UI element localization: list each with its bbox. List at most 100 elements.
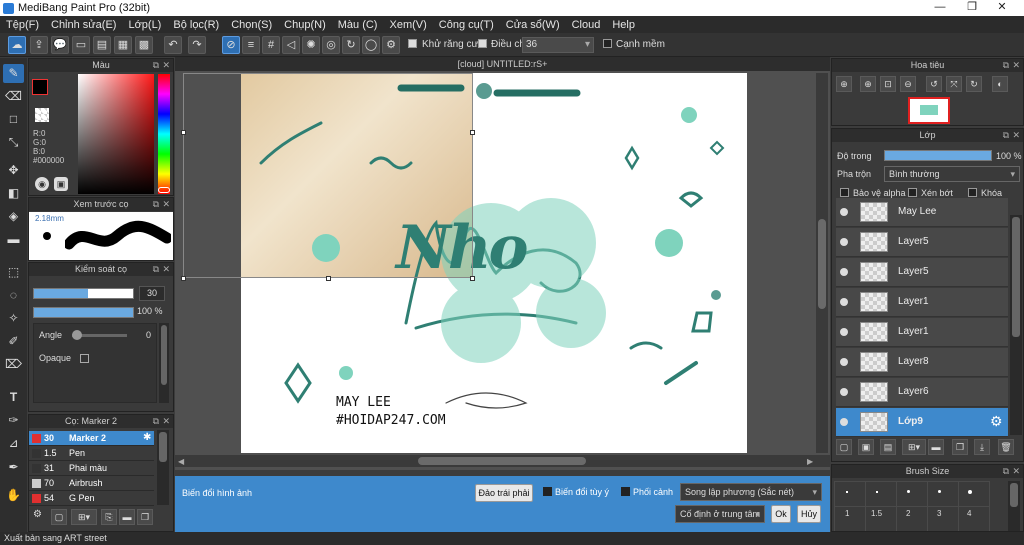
redo-icon[interactable]: ↷ xyxy=(188,36,206,54)
float-icon[interactable]: ⧉ xyxy=(1003,129,1009,142)
transform-bounding-box[interactable] xyxy=(183,73,473,278)
menu-edit[interactable]: Chỉnh sửa(E) xyxy=(51,19,116,31)
copy-brush-icon[interactable]: ⎘ xyxy=(101,509,117,525)
float-icon[interactable]: ⧉ xyxy=(153,263,159,276)
protect-alpha-option[interactable]: Bảo vệ alpha xyxy=(840,188,906,198)
move-tool-icon[interactable]: ✥ xyxy=(3,161,24,180)
maximize-icon[interactable]: ❐ xyxy=(958,0,986,16)
cancel-button[interactable]: Hủy xyxy=(797,505,821,523)
close-icon[interactable]: ✕ xyxy=(988,0,1016,16)
zoom-out-icon[interactable]: ⊖ xyxy=(900,76,916,92)
rotate-right-icon[interactable]: ↻ xyxy=(966,76,982,92)
select-pen-icon[interactable]: ✐ xyxy=(3,332,24,351)
size-slider[interactable] xyxy=(33,288,134,299)
foreground-color-swatch[interactable] xyxy=(32,79,48,95)
eraser-tool-icon[interactable]: ⌫ xyxy=(3,87,24,106)
layer-opacity-slider[interactable] xyxy=(884,150,992,161)
layer-folder-icon[interactable]: ▬ xyxy=(928,439,944,455)
snap-off-icon[interactable]: ⊘ xyxy=(222,36,240,54)
brush-folder-icon[interactable]: ▬ xyxy=(119,509,135,525)
bucket-tool-icon[interactable]: ◈ xyxy=(3,207,24,226)
brush-item[interactable]: 54 G Pen xyxy=(29,491,154,506)
layer-row[interactable]: Layer5 xyxy=(836,228,1008,257)
blend-mode-dropdown[interactable]: Bình thường xyxy=(884,166,1020,182)
snap-radial-icon[interactable]: ✺ xyxy=(302,36,320,54)
float-icon[interactable]: ⧉ xyxy=(1003,465,1009,478)
close-panel-icon[interactable]: ✕ xyxy=(162,415,170,428)
gear-icon[interactable]: ⚙ xyxy=(990,413,1003,430)
lasso-tool-icon[interactable]: ◌ xyxy=(3,286,24,305)
transform-handle[interactable] xyxy=(470,130,475,135)
adjust-select[interactable]: 36 xyxy=(522,37,594,53)
hue-slider[interactable] xyxy=(158,74,170,194)
free-transform-checkbox[interactable] xyxy=(543,487,552,496)
zoom-in-icon[interactable]: ⊕ xyxy=(836,76,852,92)
layer-row[interactable]: Layer6 xyxy=(836,378,1008,407)
brush-options-scrollbar[interactable] xyxy=(159,323,169,403)
close-panel-icon[interactable]: ✕ xyxy=(162,263,170,276)
perspective-option[interactable]: Phối cảnh xyxy=(621,487,673,497)
fill-tool-icon[interactable]: ◧ xyxy=(3,184,24,203)
snap-perspective-icon[interactable]: ◁ xyxy=(282,36,300,54)
duplicate-brush-icon[interactable]: ❐ xyxy=(137,509,153,525)
add-brush-icon[interactable]: ⊞▾ xyxy=(71,509,97,525)
menu-filter[interactable]: Bộ lọc(R) xyxy=(173,19,219,31)
layer-list-scrollbar[interactable] xyxy=(1010,215,1022,435)
transform-handle[interactable] xyxy=(181,130,186,135)
brush-size-scrollbar[interactable] xyxy=(1008,481,1020,531)
note-icon[interactable]: ▤ xyxy=(93,36,111,54)
visibility-icon[interactable] xyxy=(840,238,848,246)
snap-circle-icon[interactable]: ◎ xyxy=(322,36,340,54)
float-icon[interactable]: ⧉ xyxy=(153,59,159,72)
lock-option[interactable]: Khóa xyxy=(968,188,1002,198)
adjust-checkbox[interactable] xyxy=(478,39,487,50)
menu-select[interactable]: Chọn(S) xyxy=(231,19,272,31)
layer-row[interactable]: May Lee xyxy=(836,198,1008,227)
close-panel-icon[interactable]: ✕ xyxy=(162,59,170,72)
new-8bit-layer-icon[interactable]: ▤ xyxy=(880,439,896,455)
select-tool-icon[interactable]: ⬚ xyxy=(3,263,24,282)
hue-slider-handle[interactable] xyxy=(158,187,170,193)
close-panel-icon[interactable]: ✕ xyxy=(1012,129,1020,142)
text-tool-icon[interactable]: T xyxy=(3,388,24,407)
menu-cloud[interactable]: Cloud xyxy=(572,19,601,31)
layer-row[interactable]: Layer1 xyxy=(836,288,1008,317)
eyedropper-icon[interactable]: ⊿ xyxy=(3,434,24,453)
transparent-swatch[interactable] xyxy=(35,108,49,122)
transform-handle[interactable] xyxy=(470,276,475,281)
visibility-icon[interactable] xyxy=(840,418,848,426)
snap-grid-icon[interactable]: # xyxy=(262,36,280,54)
ok-button[interactable]: Ok xyxy=(771,505,791,523)
grid-icon[interactable]: ▦ xyxy=(114,36,132,54)
transform-handle[interactable] xyxy=(181,276,186,281)
share-icon[interactable]: ⇪ xyxy=(30,36,48,54)
menu-capture[interactable]: Chụp(N) xyxy=(284,19,326,31)
transform-handle[interactable] xyxy=(326,276,331,281)
layer-row-selected[interactable]: Lớp9 ⚙ xyxy=(836,408,1008,437)
flip-view-icon[interactable]: ◐ xyxy=(992,76,1008,92)
menu-window[interactable]: Cửa sổ(W) xyxy=(506,19,560,31)
size-dot[interactable] xyxy=(876,491,878,493)
visibility-icon[interactable] xyxy=(840,388,848,396)
snap-curve-icon[interactable]: ↻ xyxy=(342,36,360,54)
visibility-icon[interactable] xyxy=(840,358,848,366)
menu-help[interactable]: Help xyxy=(612,19,635,31)
dropper-tool-icon[interactable]: ✒ xyxy=(3,458,24,477)
saturation-value-picker[interactable] xyxy=(78,74,154,194)
size-dot[interactable] xyxy=(938,490,941,493)
snap-ellipse-icon[interactable]: ◯ xyxy=(362,36,380,54)
new-halftone-layer-icon[interactable]: ▣ xyxy=(858,439,874,455)
scroll-right-icon[interactable]: ▶ xyxy=(807,457,813,466)
layer-row[interactable]: Layer8 xyxy=(836,348,1008,377)
float-icon[interactable]: ⧉ xyxy=(153,415,159,428)
snap-settings-icon[interactable]: ⚙ xyxy=(382,36,400,54)
size-dot[interactable] xyxy=(907,490,910,493)
close-panel-icon[interactable]: ✕ xyxy=(162,198,170,211)
flip-horizontal-button[interactable]: Đảo trái phải xyxy=(475,484,533,502)
canvas-vertical-scroll-thumb[interactable] xyxy=(818,219,826,309)
brush-item[interactable]: 1.5 Pen xyxy=(29,446,154,461)
rotate-left-icon[interactable]: ↺ xyxy=(926,76,942,92)
gradient-tool-icon[interactable]: ▬ xyxy=(3,230,24,249)
visibility-icon[interactable] xyxy=(840,298,848,306)
layer-row[interactable]: Layer5 xyxy=(836,258,1008,287)
